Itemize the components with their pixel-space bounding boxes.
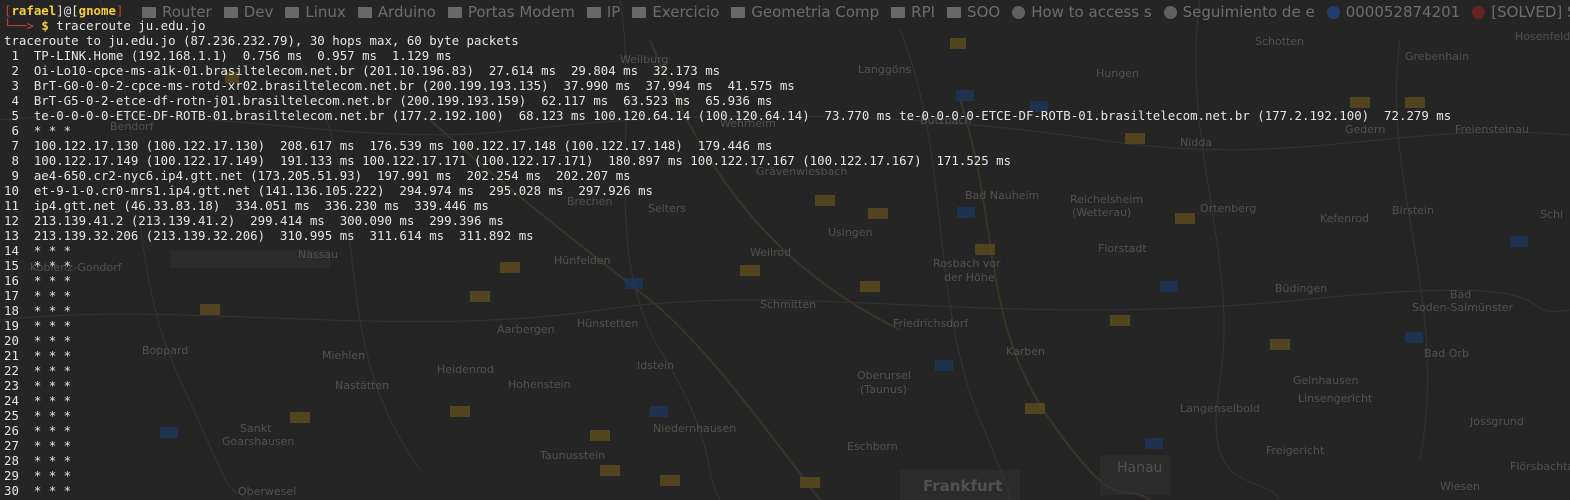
hop-line: 7 100.122.17.130 (100.122.17.130) 208.61…: [4, 138, 773, 153]
hop-line: 4 BrT-G5-0-2-etce-df-rotn-j01.brasiltele…: [4, 93, 773, 108]
traceroute-header: traceroute to ju.edu.jo (87.236.232.79),…: [4, 33, 519, 48]
command-text: traceroute ju.edu.jo: [56, 18, 206, 33]
hop-line: 17 * * *: [4, 288, 72, 303]
hop-line: 21 * * *: [4, 348, 72, 363]
hop-line: 10 et-9-1-0.cr0-mrs1.ip4.gtt.net (141.13…: [4, 183, 654, 198]
hop-line: 27 * * *: [4, 438, 72, 453]
hop-line: 2 Oi-Lo10-cpce-ms-a1k-01.brasiltelecom.n…: [4, 63, 721, 78]
hop-line: 22 * * *: [4, 363, 72, 378]
prompt-line: [rafael]@[gnome]: [4, 3, 123, 18]
command-line: └──> $ traceroute ju.edu.jo: [4, 18, 205, 33]
hop-line: 30 * * *: [4, 483, 72, 498]
hop-line: 20 * * *: [4, 333, 72, 348]
hop-line: 23 * * *: [4, 378, 72, 393]
hop-line: 14 * * *: [4, 243, 72, 258]
hop-line: 29 * * *: [4, 468, 72, 483]
hop-line: 9 ae4-650.cr2-nyc6.ip4.gtt.net (173.205.…: [4, 168, 631, 183]
hop-line: 19 * * *: [4, 318, 72, 333]
hop-line: 12 213.139.41.2 (213.139.41.2) 299.414 m…: [4, 213, 504, 228]
hop-line: 28 * * *: [4, 453, 72, 468]
prompt-host: gnome: [78, 3, 116, 18]
hop-line: 13 213.139.32.206 (213.139.32.206) 310.9…: [4, 228, 534, 243]
prompt-dollar: $: [41, 18, 49, 33]
hop-line: 5 te-0-0-0-0-ETCE-DF-ROTB-01.brasiltelec…: [4, 108, 1452, 123]
hop-line: 11 ip4.gtt.net (46.33.83.18) 334.051 ms …: [4, 198, 489, 213]
hop-line: 8 100.122.17.149 (100.122.17.149) 191.13…: [4, 153, 1012, 168]
hop-line: 3 BrT-G0-0-0-2-cpce-ms-rotd-xr02.brasilt…: [4, 78, 795, 93]
terminal-window[interactable]: [rafael]@[gnome] └──> $ traceroute ju.ed…: [0, 0, 1570, 500]
hop-line: 16 * * *: [4, 273, 72, 288]
hop-line: 6 * * *: [4, 123, 72, 138]
hop-line: 1 TP-LINK.Home (192.168.1.1) 0.756 ms 0.…: [4, 48, 452, 63]
hop-line: 15 * * *: [4, 258, 72, 273]
prompt-arrow-icon: └──>: [4, 18, 34, 33]
hop-line: 25 * * *: [4, 408, 72, 423]
hop-line: 26 * * *: [4, 423, 72, 438]
hop-line: 24 * * *: [4, 393, 72, 408]
hop-line: 18 * * *: [4, 303, 72, 318]
prompt-separator: ]@[: [56, 3, 79, 18]
prompt-user: rafael: [11, 3, 57, 18]
prompt-close-bracket: ]: [115, 3, 124, 18]
